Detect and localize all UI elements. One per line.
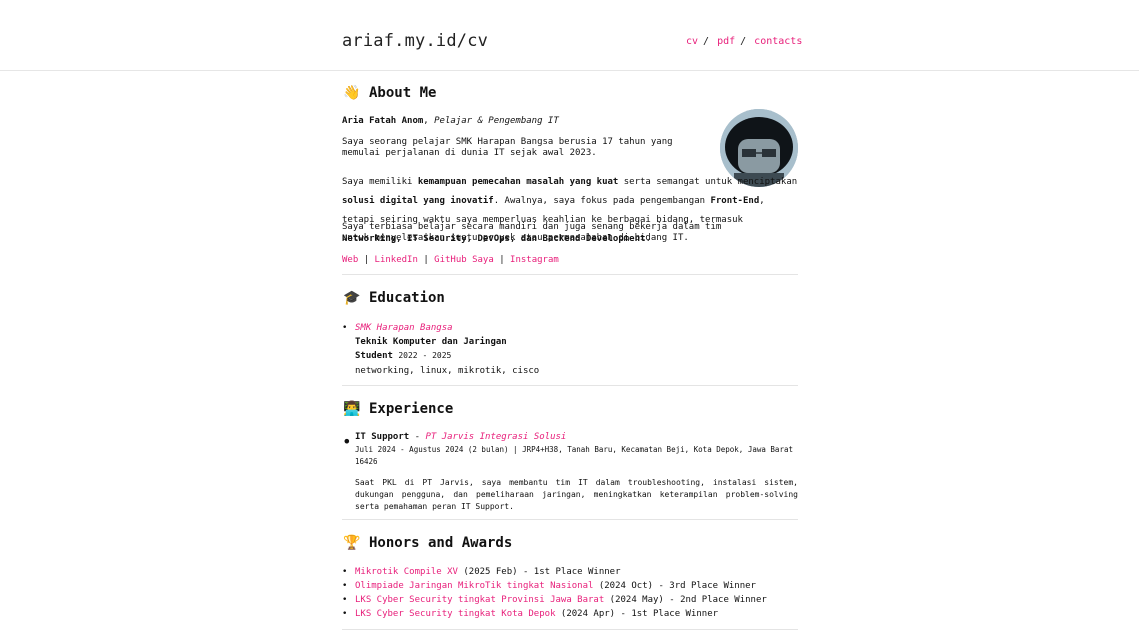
about-role: Pelajar & Pengembang IT [434, 116, 559, 126]
education-heading: 🎓 Education [342, 290, 445, 306]
linkedin-link[interactable]: LinkedIn [375, 255, 418, 265]
experience-item: IT Support - PT Jarvis Integrasi Solusi … [342, 432, 798, 513]
education-section: 🎓 Education SMK Harapan Bangsa Teknik Ko… [342, 275, 798, 386]
honor-item: Olimpiade Jaringan MikroTik tingkat Nasi… [342, 579, 767, 593]
honor-item: Mikrotik Compile XV (2025 Feb) - 1st Pla… [342, 565, 767, 579]
experience-meta: Juli 2024 - Agustus 2024 (2 bulan) | JRP… [355, 445, 793, 466]
experience-dash: - [409, 432, 426, 442]
about-p2-text: Saya memiliki [342, 177, 418, 187]
about-paragraph-3: Saya terbiasa belajar secara mandiri dan… [342, 222, 722, 243]
site-title-link[interactable]: ariaf.my.id/cv [342, 31, 488, 51]
education-heading-text: Education [369, 290, 445, 306]
honors-heading-text: Honors and Awards [369, 535, 513, 551]
top-nav: cv / pdf / contacts [686, 36, 802, 47]
about-p2-bold: kemampuan pemecahan masalah yang kuat [417, 177, 619, 187]
waving-hand-icon: 👋 [343, 85, 361, 101]
main-content: 👋 About Me Aria Fatah Anom, Pelajar & Pe… [342, 70, 798, 630]
honor-detail: (2024 May) - 2nd Place Winner [604, 595, 767, 605]
experience-title: IT Support [355, 432, 410, 442]
school-link[interactable]: SMK Harapan Bangsa [355, 323, 453, 333]
about-links: Web | LinkedIn | GitHub Saya | Instagram [342, 255, 559, 266]
nav-pdf-link[interactable]: pdf [717, 36, 735, 47]
education-years: 2022 - 2025 [398, 351, 452, 360]
honors-heading: 🏆 Honors and Awards [342, 535, 512, 551]
honors-section: 🏆 Honors and Awards Mikrotik Compile XV … [342, 520, 798, 630]
honor-link[interactable]: LKS Cyber Security tingkat Kota Depok [355, 609, 555, 619]
nav-contacts-link[interactable]: contacts [754, 36, 802, 47]
experience-section: 👨‍💻 Experience IT Support - PT Jarvis In… [342, 386, 798, 520]
link-separator: | [499, 255, 505, 265]
about-p2-text: . Awalnya, saya fokus pada pengembangan [493, 196, 711, 206]
about-name: Aria Fatah Anom [342, 116, 424, 126]
nav-separator: / [740, 36, 747, 47]
about-p2-bold: solusi digital yang inovatif [342, 196, 494, 206]
trophy-icon: 🏆 [343, 535, 361, 551]
education-list: SMK Harapan Bangsa Teknik Komputer dan J… [342, 321, 539, 379]
about-heading-text: About Me [369, 85, 437, 101]
nav-cv-link[interactable]: cv [686, 36, 698, 47]
company-link[interactable]: PT Jarvis Integrasi Solusi [425, 432, 566, 442]
experience-heading-text: Experience [369, 401, 454, 417]
technologist-icon: 👨‍💻 [343, 401, 361, 417]
honor-link[interactable]: Olimpiade Jaringan MikroTik tingkat Nasi… [355, 581, 593, 591]
honor-detail: (2024 Apr) - 1st Place Winner [555, 609, 719, 619]
about-name-line: Aria Fatah Anom, Pelajar & Pengembang IT [342, 116, 798, 127]
experience-heading: 👨‍💻 Experience [342, 401, 453, 417]
experience-list: IT Support - PT Jarvis Integrasi Solusi … [342, 432, 798, 513]
honor-detail: (2025 Feb) - 1st Place Winner [457, 567, 621, 577]
honor-item: LKS Cyber Security tingkat Provinsi Jawa… [342, 593, 767, 607]
education-item: SMK Harapan Bangsa Teknik Komputer dan J… [342, 321, 540, 379]
honor-detail: (2024 Oct) - 3rd Place Winner [593, 581, 756, 591]
nav-separator: / [703, 36, 710, 47]
site-header: ariaf.my.id/cv cv / pdf / contacts [0, 0, 1139, 71]
honors-list: Mikrotik Compile XV (2025 Feb) - 1st Pla… [342, 565, 767, 621]
link-separator: | [363, 255, 370, 265]
instagram-link[interactable]: Instagram [510, 255, 559, 265]
graduation-cap-icon: 🎓 [343, 290, 361, 306]
honor-item: LKS Cyber Security tingkat Kota Depok (2… [342, 607, 767, 621]
web-link[interactable]: Web [342, 255, 358, 265]
about-heading: 👋 About Me [342, 85, 436, 101]
education-tags: networking, linux, mikrotik, cisco [355, 366, 540, 376]
link-separator: | [423, 255, 429, 265]
experience-description: Saat PKL di PT Jarvis, saya membantu tim… [355, 478, 798, 511]
about-section: 👋 About Me Aria Fatah Anom, Pelajar & Pe… [342, 70, 798, 275]
github-link[interactable]: GitHub Saya [434, 255, 494, 265]
about-p2-text: serta semangat untuk menciptakan [618, 177, 798, 187]
about-paragraph-1: Saya seorang pelajar SMK Harapan Bangsa … [342, 137, 673, 158]
honor-link[interactable]: LKS Cyber Security tingkat Provinsi Jawa… [355, 595, 604, 605]
honor-link[interactable]: Mikrotik Compile XV [355, 567, 458, 577]
education-status: Student [355, 351, 393, 361]
about-name-comma: , [423, 116, 429, 126]
about-p2-bold: Front-End [710, 196, 760, 206]
education-major: Teknik Komputer dan Jaringan [355, 337, 507, 347]
